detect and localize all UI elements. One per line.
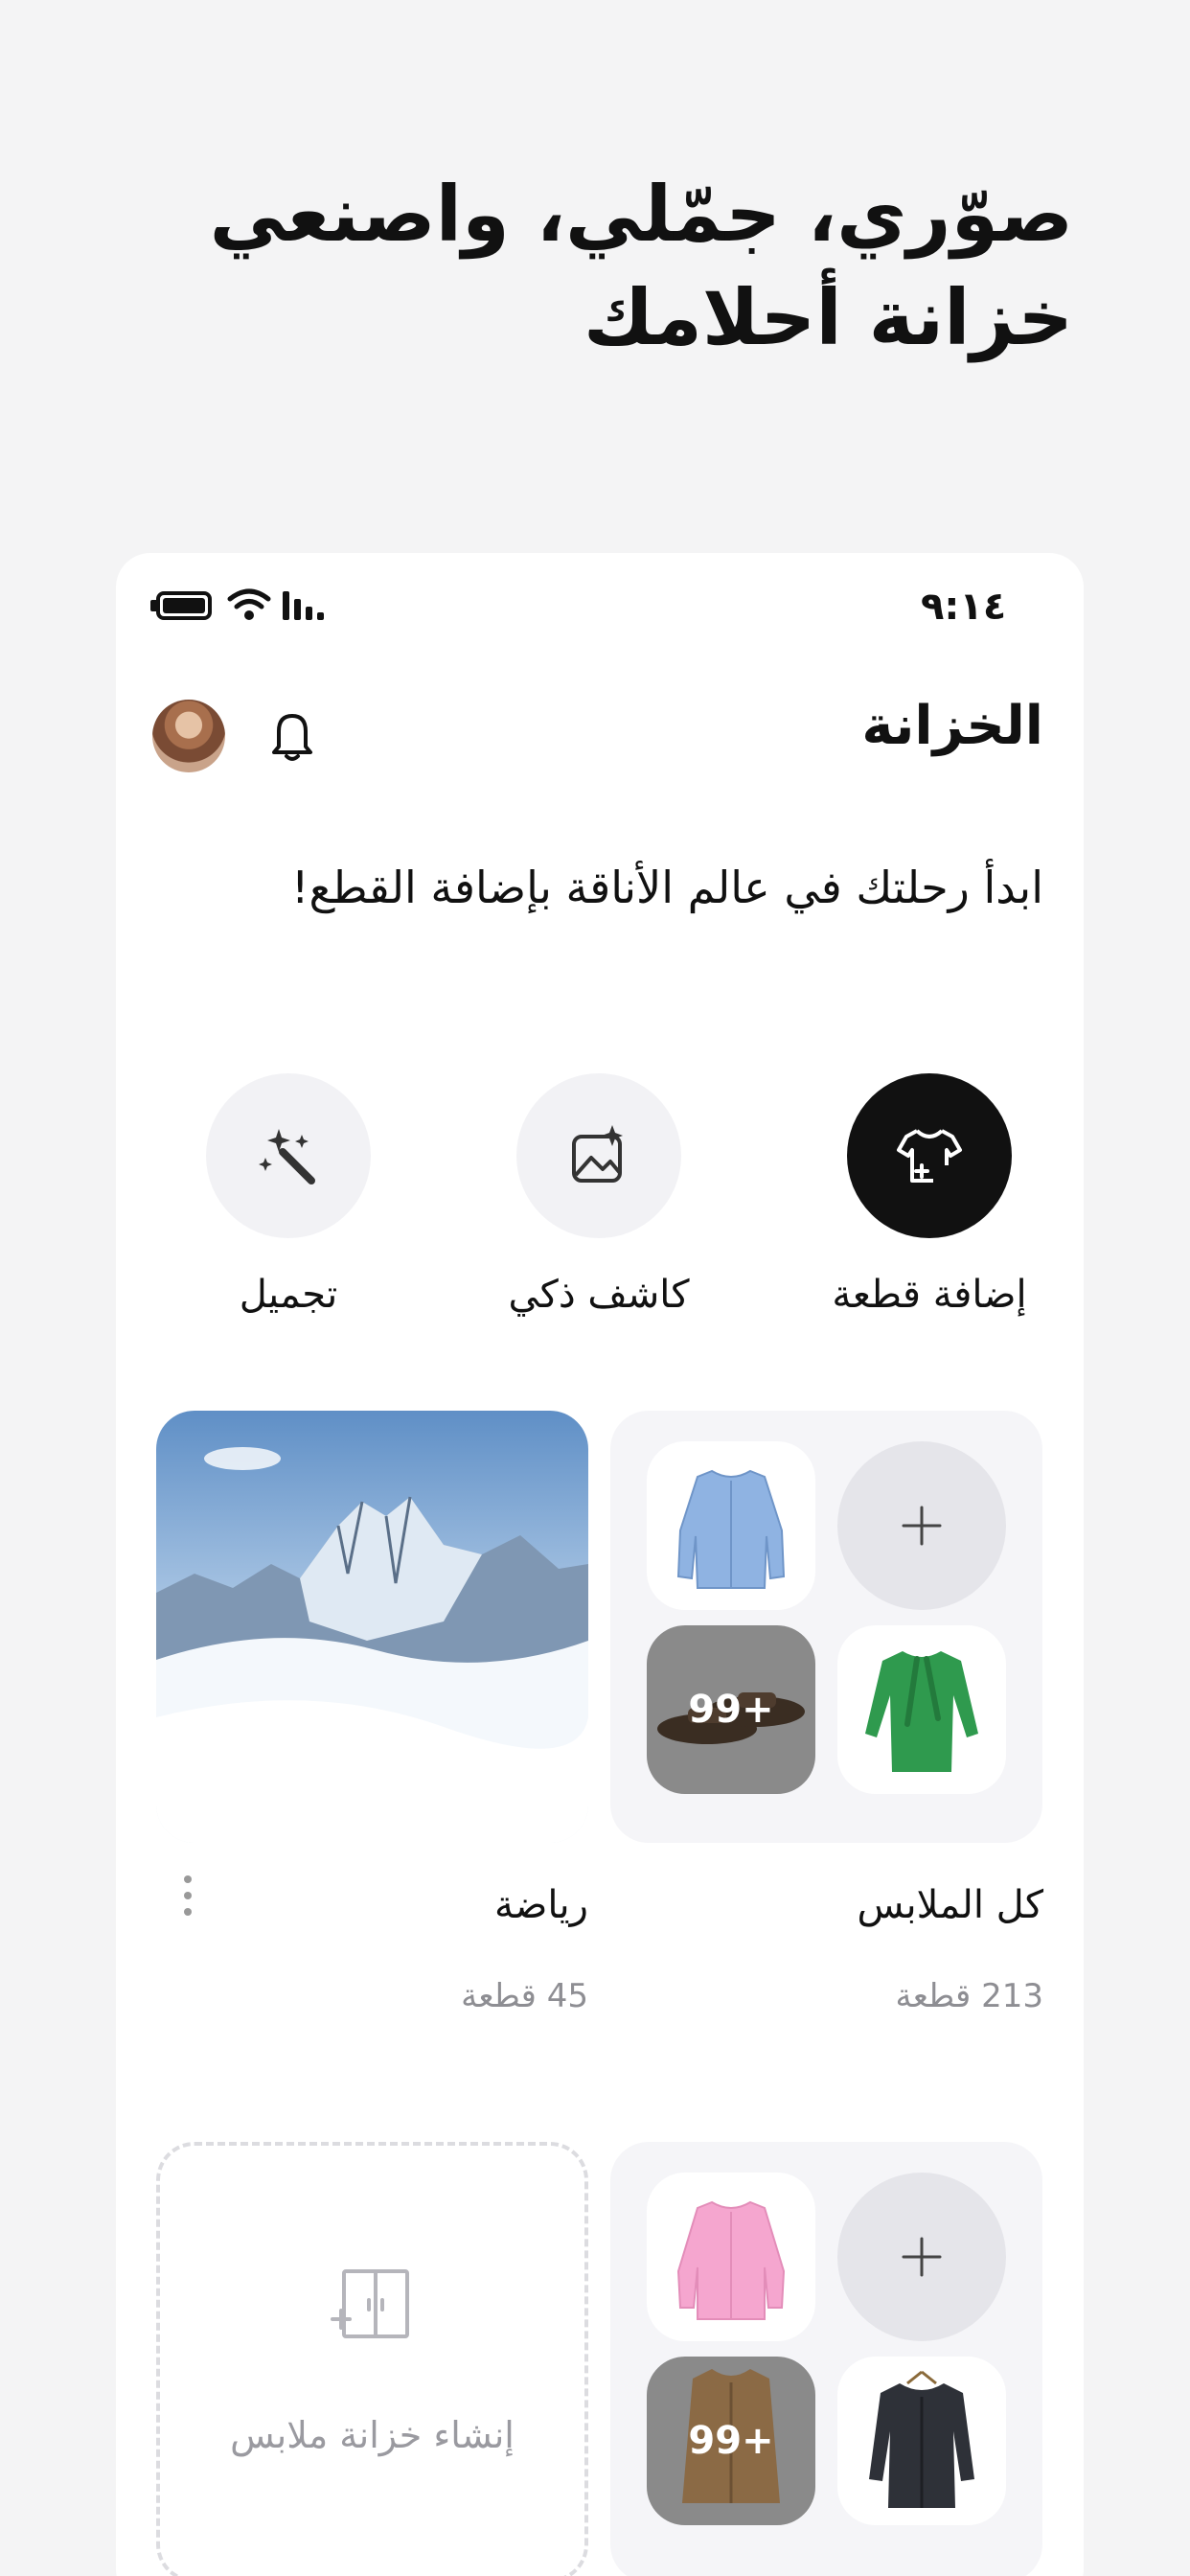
battery-icon — [156, 591, 212, 620]
beautify-button[interactable]: تجميل — [164, 1073, 413, 1317]
add-item-circle[interactable] — [847, 1073, 1012, 1238]
item-green-blouse[interactable] — [837, 1625, 1006, 1794]
beautify-label: تجميل — [239, 1273, 338, 1317]
image-sparkle-icon — [572, 1125, 623, 1183]
battery-tip — [150, 600, 156, 611]
signal-icon — [283, 591, 324, 620]
avatar[interactable] — [152, 700, 225, 772]
hero-line-1: صوّري، جمّلي، واصنعي — [209, 170, 1073, 259]
hero-line-2: خزانة أحلامك — [583, 273, 1073, 362]
welcome-subtitle: ابدأ رحلتك في عالم الأناقة بإضافة القطع! — [291, 862, 1043, 913]
hero-headline: صوّري، جمّلي، واصنعي خزانة أحلامك — [115, 163, 1073, 370]
green-blouse-image — [865, 1651, 978, 1772]
add-item-button[interactable]: إضافة قطعة — [805, 1073, 1054, 1317]
create-wardrobe-button[interactable]: إنشاء خزانة ملابس — [156, 2142, 588, 2576]
smart-detector-label: كاشف ذكي — [508, 1273, 690, 1317]
add-shirt-icon — [897, 1129, 962, 1183]
more-options-icon[interactable] — [183, 1875, 193, 1923]
wardrobe-name-all: كل الملابس — [857, 1883, 1043, 1927]
item-dark-trench[interactable] — [837, 2357, 1006, 2525]
wardrobe-add-icon — [331, 2269, 409, 2338]
smart-detector-circle[interactable] — [516, 1073, 681, 1238]
add-to-wardrobe-tile[interactable] — [837, 2173, 1006, 2341]
item-pink-shirt[interactable] — [647, 2173, 815, 2341]
status-time: ٩:١٤ — [921, 585, 1007, 629]
plus-icon — [902, 2237, 942, 2277]
smart-detector-button[interactable]: كاشف ذكي — [474, 1073, 723, 1317]
dark-coat-image — [869, 2370, 974, 2508]
more-items-tile[interactable]: 99+ — [647, 2357, 815, 2525]
add-item-label: إضافة قطعة — [832, 1273, 1027, 1317]
page-title: الخزانة — [861, 695, 1043, 757]
plus-icon — [902, 1506, 942, 1546]
mountain-cover-image — [156, 1411, 588, 1843]
wardrobe-card-all[interactable]: 99+ — [610, 1411, 1042, 1843]
wardrobe-card-sport[interactable] — [156, 1411, 588, 1843]
more-count: 99+ — [688, 1688, 774, 1732]
wardrobe-count-sport: 45 قطعة — [461, 1977, 588, 2015]
wardrobe-card-third[interactable]: 99+ — [610, 2142, 1042, 2576]
more-count: 99+ — [688, 2419, 774, 2463]
blue-shirt-image — [676, 1469, 786, 1589]
wifi-icon — [227, 588, 271, 620]
beautify-circle[interactable] — [206, 1073, 371, 1238]
add-to-wardrobe-tile[interactable] — [837, 1441, 1006, 1610]
magic-wand-icon — [259, 1129, 315, 1184]
bell-icon[interactable] — [265, 704, 319, 766]
pink-shirt-image — [676, 2200, 786, 2320]
item-blue-shirt[interactable] — [647, 1441, 815, 1610]
more-items-tile[interactable]: 99+ — [647, 1625, 815, 1794]
wardrobe-count-all: 213 قطعة — [895, 1977, 1044, 2015]
wardrobe-name-sport: رياضة — [493, 1883, 588, 1927]
create-wardrobe-label: إنشاء خزانة ملابس — [230, 2414, 515, 2456]
phone-screen: ٩:١٤ الخزانة ابدأ رحلتك في عالم الأناقة … — [116, 553, 1084, 2576]
